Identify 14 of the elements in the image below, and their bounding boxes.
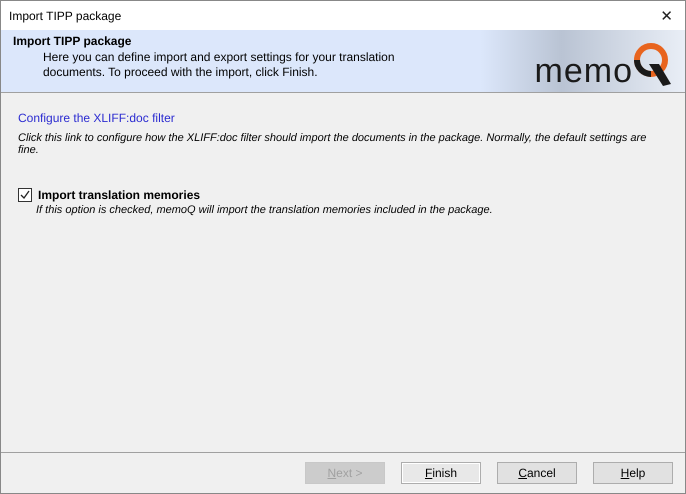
logo-icon bbox=[633, 42, 673, 88]
dialog-button[interactable]: Finish bbox=[401, 462, 481, 484]
header-title: Import TIPP package bbox=[13, 34, 132, 48]
header-description: Here you can define import and export settings for your translation documents. To proceed with the import, click Finish. bbox=[43, 50, 396, 80]
close-button[interactable]: ✕ bbox=[656, 6, 677, 24]
dialog-button[interactable]: Help bbox=[593, 462, 673, 484]
configure-filter-link[interactable]: Configure the XLIFF:doc filter bbox=[18, 111, 175, 125]
logo-text: memo bbox=[534, 54, 633, 88]
filter-hint: Click this link to configure how the XLIFF:doc filter should import the documents in the package. Normally, the default settings are fine. bbox=[18, 132, 648, 156]
checkbox[interactable] bbox=[18, 188, 32, 202]
option-hint: If this option is checked, memoQ will import the translation memories included in the package. bbox=[36, 204, 494, 216]
option-label[interactable]: Import translation memories bbox=[38, 188, 200, 202]
dialog-button[interactable]: Cancel bbox=[497, 462, 577, 484]
window-title: Import TIPP package bbox=[9, 8, 122, 22]
